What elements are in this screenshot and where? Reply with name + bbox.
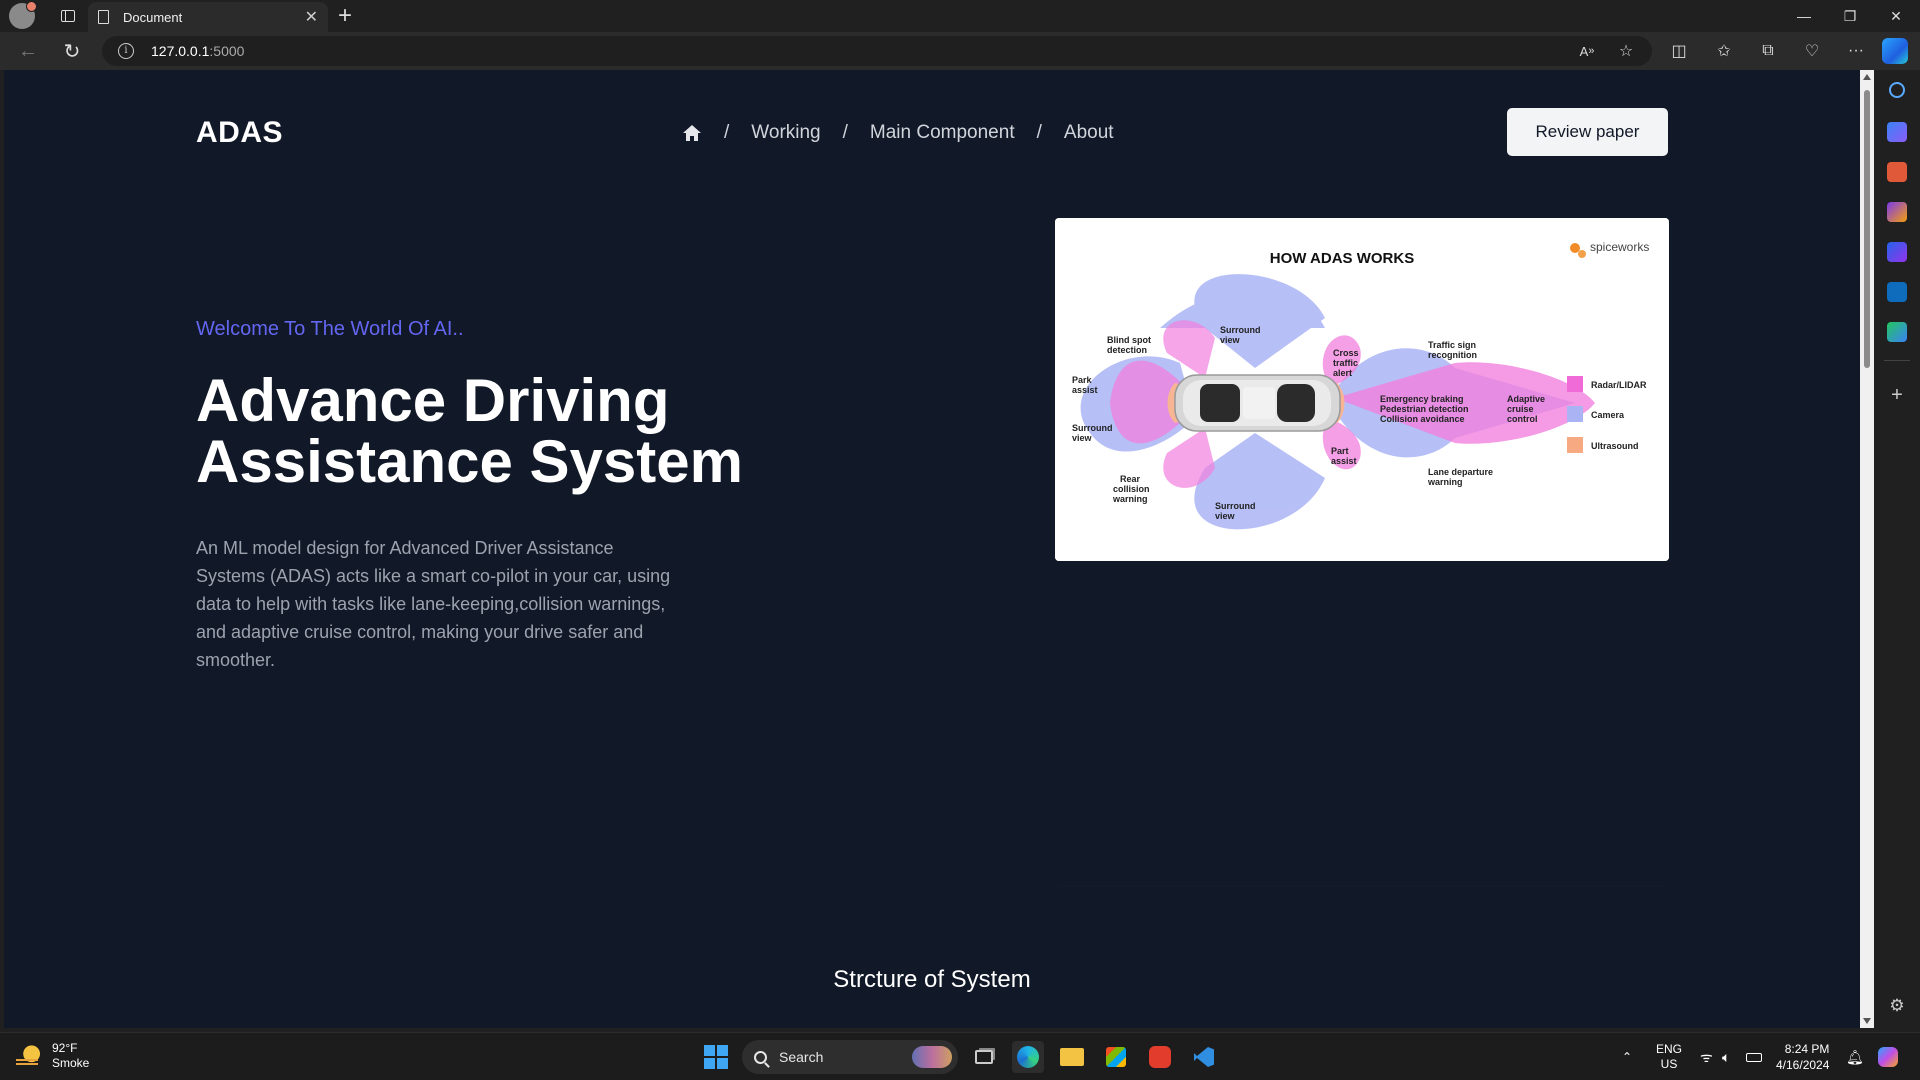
scroll-down-icon[interactable] <box>1863 1018 1871 1024</box>
windows-logo-icon <box>704 1045 728 1069</box>
weather-widget[interactable]: 92°F Smoke <box>16 1041 89 1071</box>
microsoft-365-icon[interactable] <box>1887 242 1907 262</box>
new-tab-icon[interactable]: + <box>338 3 352 29</box>
refresh-icon[interactable]: ↻ <box>54 32 90 70</box>
lang-text: ENG <box>1656 1042 1683 1056</box>
adas-diagram: HOW ADAS WORKS spiceworks Blind spot det… <box>1055 218 1669 561</box>
adas-diagram-image: HOW ADAS WORKS spiceworks Blind spot det… <box>1055 218 1669 561</box>
read-aloud-icon[interactable]: A» <box>1571 32 1603 70</box>
page-scrollbar[interactable] <box>1860 70 1874 1028</box>
tab-actions-icon[interactable] <box>55 3 81 29</box>
nav-separator: / <box>1036 122 1042 143</box>
document-icon <box>98 10 109 24</box>
url-text[interactable]: 127.0.0.1:5000 <box>151 43 244 59</box>
diagram-title: HOW ADAS WORKS <box>1270 250 1414 267</box>
svg-text:spiceworks: spiceworks <box>1590 240 1649 254</box>
language-indicator[interactable]: ENG US <box>1656 1033 1682 1080</box>
welcome-tagline: Welcome To The World Of AI.. <box>196 318 464 340</box>
notification-bell-icon[interactable]: 🔔︎ <box>1846 1033 1864 1080</box>
vscode-icon[interactable] <box>1188 1041 1220 1073</box>
collections-icon[interactable]: ⧉ <box>1752 32 1784 70</box>
copilot-taskbar-icon[interactable] <box>1872 1041 1904 1073</box>
scroll-up-icon[interactable] <box>1863 74 1871 80</box>
microsoft-store-icon[interactable] <box>1100 1041 1132 1073</box>
wifi-icon[interactable]: ᯤ <box>1700 1033 1713 1080</box>
edge-sidebar: + ⚙ <box>1874 70 1920 1028</box>
search-icon <box>754 1050 767 1064</box>
close-window-icon[interactable]: ✕ <box>1873 0 1919 32</box>
file-explorer-icon[interactable] <box>1056 1041 1088 1073</box>
site-logo[interactable]: ADAS <box>196 116 283 150</box>
svg-text:Radar/LIDAR: Radar/LIDAR <box>1591 380 1647 390</box>
favorite-star-icon[interactable]: ☆ <box>1610 32 1642 70</box>
restore-icon[interactable]: ❐ <box>1827 0 1873 32</box>
tools-icon[interactable] <box>1887 162 1907 182</box>
windows-taskbar: 92°F Smoke Search ⌃ ENG US ᯤ 🔈︎ 8:24 PM 4… <box>0 1032 1920 1080</box>
volume-icon[interactable]: 🔈︎ <box>1722 1033 1730 1080</box>
search-icon[interactable] <box>1889 82 1905 98</box>
task-view-icon[interactable] <box>968 1041 1000 1073</box>
main-nav: / Working / Main Component / About <box>682 122 1114 144</box>
legend-swatch-radar <box>1567 376 1583 392</box>
minimize-icon[interactable]: — <box>1781 0 1827 32</box>
shopping-icon[interactable] <box>1887 122 1907 142</box>
address-bar[interactable]: i 127.0.0.1:5000 <box>102 36 1652 66</box>
svg-text:Traffic signrecognition: Traffic sign recognition <box>1428 340 1477 360</box>
nav-link-working[interactable]: Working <box>751 122 820 144</box>
svg-text:Ultrasound: Ultrasound <box>1591 441 1639 451</box>
hero-card-backdrop <box>1055 561 1669 887</box>
tab-title: Document <box>123 9 183 25</box>
split-screen-icon[interactable]: ◫ <box>1663 32 1695 70</box>
taskbar-search[interactable]: Search <box>742 1040 958 1074</box>
svg-text:Camera: Camera <box>1591 410 1625 420</box>
drop-icon[interactable] <box>1887 322 1907 342</box>
nav-separator: / <box>724 122 730 143</box>
clock-time: 8:24 PM <box>1784 1042 1830 1056</box>
favorites-icon[interactable]: ✩ <box>1708 32 1740 70</box>
browser-essentials-icon[interactable]: ♡ <box>1796 32 1828 70</box>
home-icon[interactable] <box>682 123 702 143</box>
review-paper-button[interactable]: Review paper <box>1507 108 1668 156</box>
system-clock[interactable]: 8:24 PM 4/16/2024 <box>1776 1041 1829 1073</box>
address-toolbar: ← ↻ i 127.0.0.1:5000 A» ☆ ◫ ✩ ⧉ ♡ ··· <box>0 32 1920 70</box>
site-info-icon[interactable]: i <box>118 43 134 59</box>
tab-document[interactable]: Document ✕ <box>88 2 328 32</box>
page-viewport: ADAS / Working / Main Component / About … <box>4 70 1860 1028</box>
search-highlight-icon <box>912 1046 952 1068</box>
nav-link-main-component[interactable]: Main Component <box>870 122 1015 144</box>
region-text: US <box>1660 1057 1678 1071</box>
clock-date: 4/16/2024 <box>1776 1058 1830 1072</box>
sidebar-settings-icon[interactable]: ⚙ <box>1887 996 1907 1016</box>
car-illustration <box>1174 374 1341 432</box>
games-icon[interactable] <box>1887 202 1907 222</box>
search-placeholder: Search <box>779 1049 824 1065</box>
browser-title-bar: Document ✕ + — ❐ ✕ <box>0 0 1920 32</box>
legend-swatch-ultrasound <box>1567 437 1583 453</box>
show-hidden-icons[interactable]: ⌃ <box>1622 1033 1632 1080</box>
legend-swatch-camera <box>1567 406 1583 422</box>
nav-link-about[interactable]: About <box>1064 122 1114 144</box>
close-tab-icon[interactable]: ✕ <box>305 7 318 27</box>
outlook-icon[interactable] <box>1887 282 1907 302</box>
weather-smoke-icon <box>16 1045 42 1067</box>
copilot-icon[interactable] <box>1882 38 1908 64</box>
hero-description: An ML model design for Advanced Driver A… <box>196 538 671 670</box>
add-sidebar-icon[interactable]: + <box>1887 385 1907 406</box>
section-title-structure: Strcture of System <box>833 966 1031 993</box>
battery-icon[interactable] <box>1746 1033 1762 1080</box>
profile-avatar[interactable] <box>9 1 37 29</box>
start-button[interactable] <box>700 1041 732 1073</box>
wps-office-icon[interactable] <box>1144 1041 1176 1073</box>
weather-desc: Smoke <box>52 1056 90 1070</box>
hero-headline: Advance Driving Assistance System <box>196 367 743 495</box>
weather-temp: 92°F <box>52 1041 78 1055</box>
svg-text:Emergency brakingPedestrian de: Emergency braking Pedestrian detection Col… <box>1380 394 1469 424</box>
svg-text:Blind spotdetection: Blind spot detection <box>1107 335 1151 355</box>
nav-separator: / <box>842 122 848 143</box>
sidebar-divider <box>1884 360 1910 361</box>
scrollbar-thumb[interactable] <box>1864 90 1870 368</box>
edge-taskbar-icon[interactable] <box>1012 1041 1044 1073</box>
more-menu-icon[interactable]: ··· <box>1840 32 1872 70</box>
back-icon[interactable]: ← <box>10 32 46 70</box>
